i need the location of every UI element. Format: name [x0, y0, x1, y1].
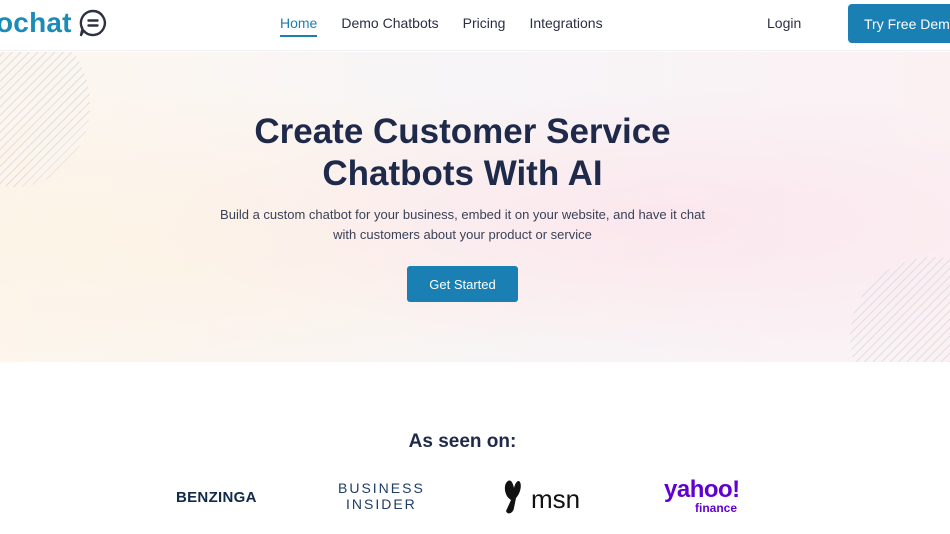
logo-text: ochat	[0, 7, 72, 38]
benzinga-logo: BENZINGA	[176, 489, 257, 506]
nav-home[interactable]: Home	[280, 15, 318, 37]
business-insider-line2: INSIDER	[346, 496, 417, 512]
main-nav: Home Demo Chatbots Pricing Integrations	[280, 15, 627, 37]
business-insider-logo: BUSINESS INSIDER	[338, 480, 425, 512]
hero-title-line2: Chatbots With AI	[322, 154, 603, 193]
business-insider-line1: BUSINESS	[338, 480, 425, 496]
hero-section: Create Customer Service Chatbots With AI…	[0, 52, 950, 362]
msn-logo: msn	[502, 478, 580, 521]
yahoo-text: yahoo!	[664, 476, 740, 503]
hero-title: Create Customer Service Chatbots With AI	[0, 111, 925, 195]
nav-demo-chatbots[interactable]: Demo Chatbots	[341, 15, 438, 37]
login-link[interactable]: Login	[767, 15, 801, 31]
logo[interactable]: ochat	[0, 6, 108, 40]
nav-integrations[interactable]: Integrations	[529, 15, 602, 37]
hero-subtitle-line2: with customers about your product or ser…	[333, 227, 592, 242]
as-seen-on-heading: As seen on:	[408, 431, 517, 452]
hero-title-line1: Create Customer Service	[254, 112, 671, 151]
hero-subtitle: Build a custom chatbot for your business…	[0, 205, 925, 245]
decorative-pattern-right	[850, 257, 950, 362]
butterfly-icon	[502, 478, 528, 521]
chat-bubble-icon	[78, 8, 108, 38]
finance-text: finance	[695, 501, 738, 515]
try-free-demo-button[interactable]: Try Free Demo	[848, 4, 950, 43]
press-logos: BENZINGA BUSINESS INSIDER msn yahoo! fin…	[0, 472, 950, 522]
nav-pricing[interactable]: Pricing	[463, 15, 506, 37]
msn-text: msn	[531, 484, 581, 514]
site-header: ochat Home Demo Chatbots Pricing Integra…	[0, 0, 950, 51]
hero-subtitle-line1: Build a custom chatbot for your business…	[220, 207, 705, 222]
get-started-button[interactable]: Get Started	[407, 266, 518, 302]
yahoo-finance-logo: yahoo! finance	[664, 476, 740, 516]
